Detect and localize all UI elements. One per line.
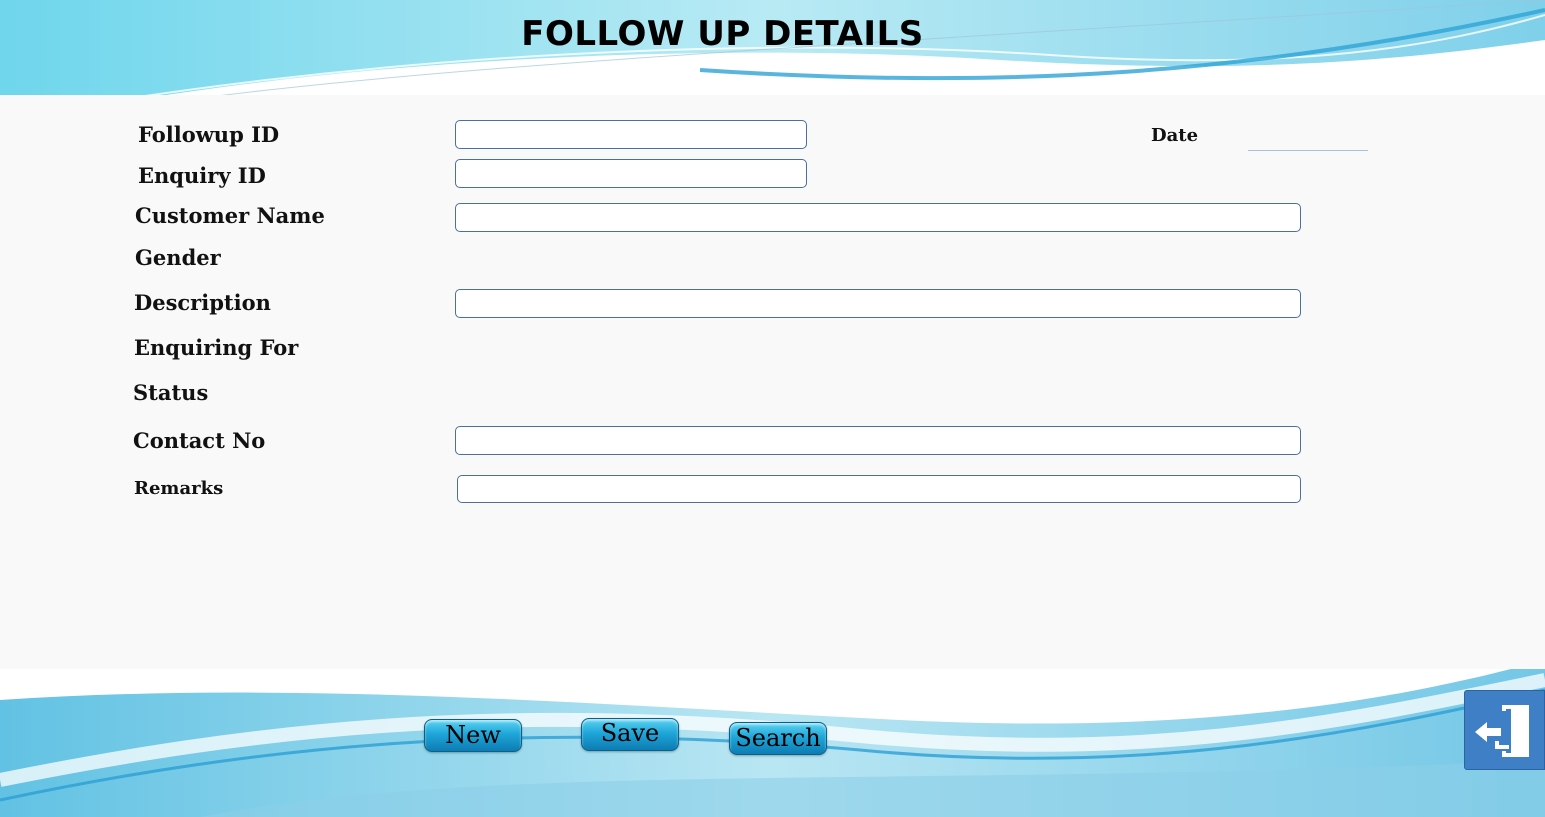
description-input[interactable] [455, 289, 1301, 318]
save-button[interactable]: Save [581, 718, 679, 751]
contact-no-label: Contact No [133, 428, 266, 453]
gender-label: Gender [135, 245, 221, 270]
date-field[interactable] [1248, 150, 1368, 151]
date-label: Date [1151, 125, 1199, 146]
new-button[interactable]: New [424, 719, 522, 752]
customer-name-input[interactable] [455, 203, 1301, 232]
page-title: FOLLOW UP DETAILS [521, 14, 924, 54]
remarks-input[interactable] [457, 475, 1301, 503]
enquiry-id-input[interactable] [455, 159, 807, 188]
enquiry-id-label: Enquiry ID [138, 163, 266, 188]
follow-up-window: FOLLOW UP DETAILS Followup ID Enquiry ID… [0, 0, 1545, 817]
exit-button[interactable] [1464, 690, 1545, 770]
followup-id-label: Followup ID [138, 122, 280, 147]
status-label: Status [133, 380, 209, 405]
description-label: Description [134, 290, 271, 315]
contact-no-input[interactable] [455, 426, 1301, 455]
exit-door-icon [1475, 705, 1529, 757]
customer-name-label: Customer Name [135, 203, 325, 228]
enquiring-for-label: Enquiring For [134, 335, 299, 360]
remarks-label: Remarks [134, 478, 224, 499]
followup-id-input[interactable] [455, 120, 807, 149]
search-button[interactable]: Search [729, 722, 827, 755]
